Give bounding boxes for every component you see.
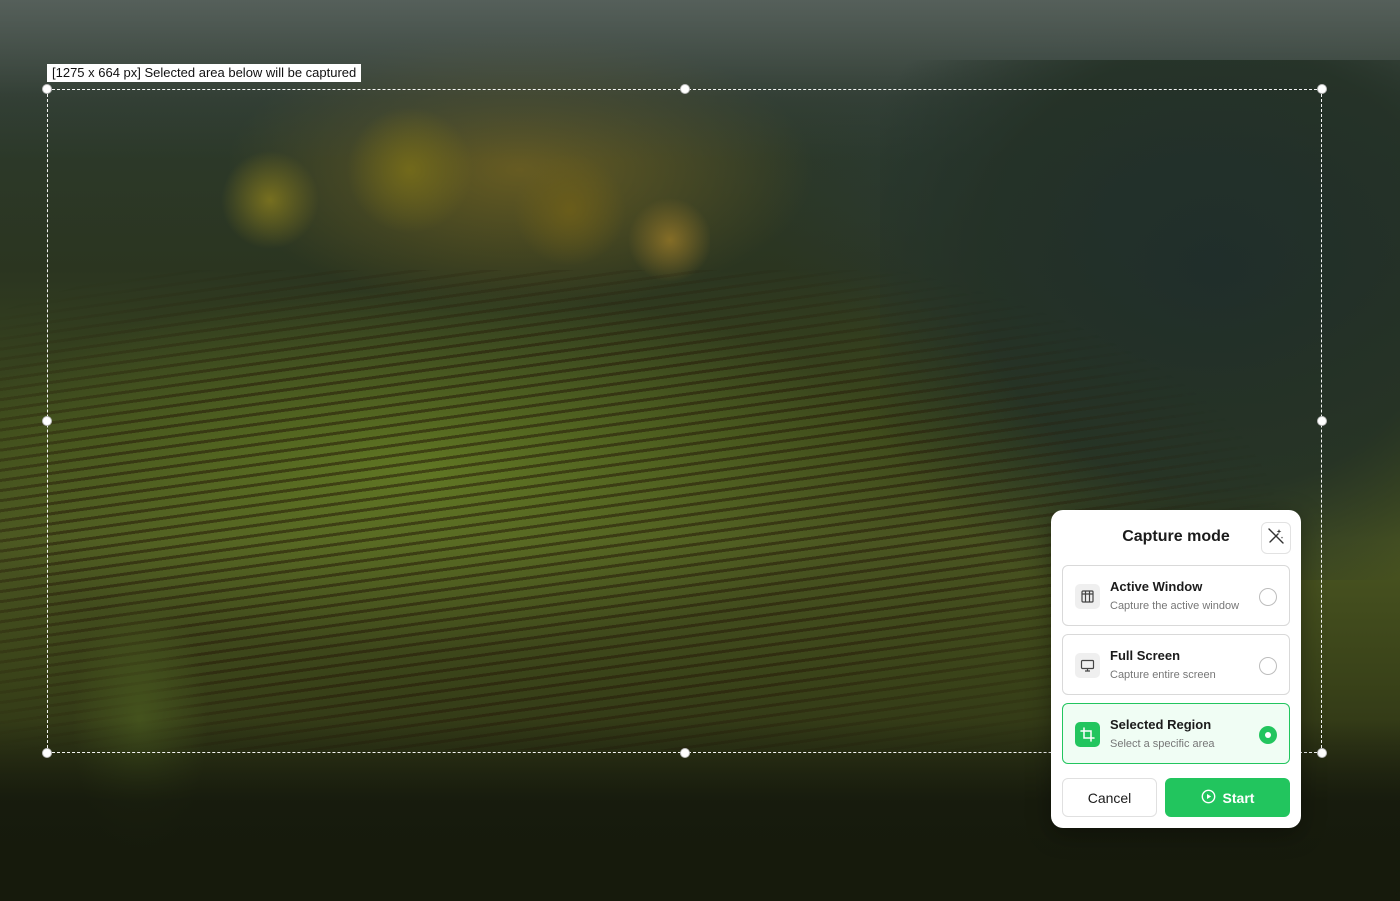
- resize-handle-middle-right[interactable]: [1317, 416, 1327, 426]
- option-full-screen[interactable]: Full Screen Capture entire screen: [1062, 634, 1290, 695]
- resize-handle-top-left[interactable]: [42, 84, 52, 94]
- resize-handle-bottom-center[interactable]: [680, 748, 690, 758]
- monitor-icon: [1075, 653, 1100, 678]
- option-title: Full Screen: [1110, 648, 1181, 663]
- cancel-label: Cancel: [1087, 789, 1132, 806]
- radio-active-window[interactable]: [1259, 588, 1277, 606]
- resize-handle-top-center[interactable]: [680, 84, 690, 94]
- resize-handle-bottom-left[interactable]: [42, 748, 52, 758]
- magic-wand-off-icon: [1267, 527, 1285, 550]
- cancel-button[interactable]: Cancel: [1062, 778, 1157, 817]
- window-icon: [1075, 584, 1100, 609]
- resize-handle-bottom-right[interactable]: [1317, 748, 1327, 758]
- option-active-window[interactable]: Active Window Capture the active window: [1062, 565, 1290, 626]
- panel-header: Capture mode: [1062, 510, 1291, 565]
- resize-handle-top-right[interactable]: [1317, 84, 1327, 94]
- option-selected-region[interactable]: Selected Region Select a specific area: [1062, 703, 1290, 764]
- crop-icon: [1075, 722, 1100, 747]
- start-label: Start: [1222, 789, 1255, 806]
- play-circle-icon: [1201, 789, 1216, 807]
- option-subtitle: Capture entire screen: [1110, 669, 1216, 681]
- option-title: Active Window: [1110, 579, 1203, 594]
- radio-selected-region[interactable]: [1259, 726, 1277, 744]
- resize-handle-middle-left[interactable]: [42, 416, 52, 426]
- selection-size-label: [1275 x 664 px] Selected area below will…: [47, 64, 362, 82]
- start-button[interactable]: Start: [1165, 778, 1290, 817]
- option-title: Selected Region: [1110, 717, 1212, 732]
- panel-title: Capture mode: [1122, 528, 1230, 545]
- radio-full-screen[interactable]: [1259, 657, 1277, 675]
- option-subtitle: Capture the active window: [1110, 600, 1240, 612]
- magic-wand-toggle-button[interactable]: [1261, 522, 1291, 554]
- option-subtitle: Select a specific area: [1110, 738, 1215, 750]
- capture-mode-panel: Capture mode Active Window Capture the a…: [1051, 510, 1301, 828]
- panel-actions: Cancel Start: [1062, 778, 1290, 817]
